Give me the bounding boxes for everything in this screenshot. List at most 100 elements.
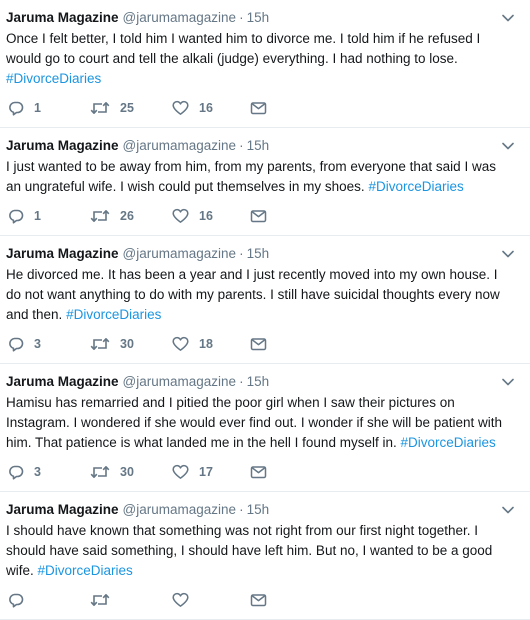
like-count: 17 [199, 465, 213, 479]
author-name[interactable]: Jaruma Magazine [6, 137, 119, 155]
tweet[interactable]: Jaruma Magazine @jarumamagazine · 15h Ha… [0, 364, 530, 492]
reply-icon [9, 465, 24, 480]
author-handle[interactable]: @jarumamagazine [123, 501, 237, 519]
chevron-down-icon[interactable] [502, 14, 514, 22]
tweet[interactable]: Jaruma Magazine @jarumamagazine · 15h I … [0, 128, 530, 236]
reply-icon [9, 209, 24, 224]
tweet-actions: 3 30 18 [6, 325, 516, 363]
retweet-button[interactable] [90, 592, 172, 608]
like-icon [172, 100, 189, 115]
retweet-button[interactable]: 25 [90, 100, 172, 116]
timestamp[interactable]: 15h [247, 245, 270, 263]
timeline: Jaruma Magazine @jarumamagazine · 15h On… [0, 0, 530, 620]
like-count: 16 [199, 101, 213, 115]
tweet-header: Jaruma Magazine @jarumamagazine · 15h [6, 245, 516, 263]
separator-dot: · [239, 138, 244, 153]
timestamp[interactable]: 15h [247, 9, 270, 27]
tweet-header: Jaruma Magazine @jarumamagazine · 15h [6, 9, 516, 27]
author-name[interactable]: Jaruma Magazine [6, 9, 119, 27]
retweet-count: 25 [120, 101, 134, 115]
timestamp[interactable]: 15h [247, 501, 270, 519]
chevron-down-icon[interactable] [502, 250, 514, 258]
reply-button[interactable] [8, 592, 90, 608]
tweet-actions: 1 25 16 [6, 89, 516, 127]
direct-message-button[interactable] [250, 464, 267, 480]
tweet-text: I should have known that something was n… [6, 521, 516, 581]
author-handle[interactable]: @jarumamagazine [123, 137, 237, 155]
tweet-header: Jaruma Magazine @jarumamagazine · 15h [6, 501, 516, 519]
retweet-count: 30 [120, 337, 134, 351]
tweet-actions [6, 581, 516, 619]
separator-dot: · [239, 246, 244, 261]
tweet-text: Hamisu has remarried and I pitied the po… [6, 393, 516, 453]
like-button[interactable]: 17 [172, 464, 250, 480]
reply-count: 1 [34, 101, 41, 115]
tweet[interactable]: Jaruma Magazine @jarumamagazine · 15h On… [0, 0, 530, 128]
retweet-count: 26 [120, 209, 134, 223]
tweet-text: I just wanted to be away from him, from … [6, 157, 516, 197]
like-icon [172, 336, 189, 351]
tweet-text: Once I felt better, I told him I wanted … [6, 29, 516, 89]
author-handle[interactable]: @jarumamagazine [123, 245, 237, 263]
like-icon [172, 464, 189, 479]
like-button[interactable] [172, 592, 250, 608]
direct-message-button[interactable] [250, 592, 267, 608]
chevron-down-icon[interactable] [502, 506, 514, 514]
direct-message-icon [250, 102, 267, 115]
separator-dot: · [239, 374, 244, 389]
retweet-button[interactable]: 30 [90, 464, 172, 480]
author-name[interactable]: Jaruma Magazine [6, 501, 119, 519]
retweet-icon [90, 102, 110, 114]
tweet-text: He divorced me. It has been a year and I… [6, 265, 516, 325]
direct-message-icon [250, 594, 267, 607]
chevron-down-icon[interactable] [502, 378, 514, 386]
direct-message-icon [250, 210, 267, 223]
retweet-count: 30 [120, 465, 134, 479]
like-button[interactable]: 18 [172, 336, 250, 352]
reply-button[interactable]: 1 [8, 100, 90, 116]
hashtag-link[interactable]: #DivorceDiaries [400, 435, 495, 450]
tweet-body: Once I felt better, I told him I wanted … [6, 31, 481, 66]
retweet-button[interactable]: 30 [90, 336, 172, 352]
hashtag-link[interactable]: #DivorceDiaries [38, 563, 133, 578]
like-icon [172, 592, 189, 607]
direct-message-icon [250, 338, 267, 351]
direct-message-button[interactable] [250, 208, 267, 224]
separator-dot: · [239, 10, 244, 25]
reply-button[interactable]: 1 [8, 208, 90, 224]
author-handle[interactable]: @jarumamagazine [123, 373, 237, 391]
timestamp[interactable]: 15h [247, 137, 270, 155]
direct-message-button[interactable] [250, 100, 267, 116]
direct-message-icon [250, 466, 267, 479]
direct-message-button[interactable] [250, 336, 267, 352]
retweet-icon [90, 594, 110, 606]
author-name[interactable]: Jaruma Magazine [6, 245, 119, 263]
hashtag-link[interactable]: #DivorceDiaries [66, 307, 161, 322]
reply-count: 1 [34, 209, 41, 223]
like-button[interactable]: 16 [172, 208, 250, 224]
reply-icon [9, 593, 24, 608]
hashtag-link[interactable]: #DivorceDiaries [368, 179, 463, 194]
reply-button[interactable]: 3 [8, 336, 90, 352]
retweet-icon [90, 338, 110, 350]
reply-icon [9, 101, 24, 116]
like-button[interactable]: 16 [172, 100, 250, 116]
like-count: 16 [199, 209, 213, 223]
tweet[interactable]: Jaruma Magazine @jarumamagazine · 15h I … [0, 492, 530, 620]
reply-count: 3 [34, 337, 41, 351]
reply-icon [9, 337, 24, 352]
retweet-icon [90, 466, 110, 478]
tweet-header: Jaruma Magazine @jarumamagazine · 15h [6, 373, 516, 391]
chevron-down-icon[interactable] [502, 142, 514, 150]
hashtag-link[interactable]: #DivorceDiaries [6, 71, 101, 86]
tweet-header: Jaruma Magazine @jarumamagazine · 15h [6, 137, 516, 155]
tweet-actions: 3 30 17 [6, 453, 516, 491]
author-handle[interactable]: @jarumamagazine [123, 9, 237, 27]
tweet[interactable]: Jaruma Magazine @jarumamagazine · 15h He… [0, 236, 530, 364]
reply-button[interactable]: 3 [8, 464, 90, 480]
retweet-icon [90, 210, 110, 222]
author-name[interactable]: Jaruma Magazine [6, 373, 119, 391]
like-icon [172, 208, 189, 223]
timestamp[interactable]: 15h [247, 373, 270, 391]
retweet-button[interactable]: 26 [90, 208, 172, 224]
